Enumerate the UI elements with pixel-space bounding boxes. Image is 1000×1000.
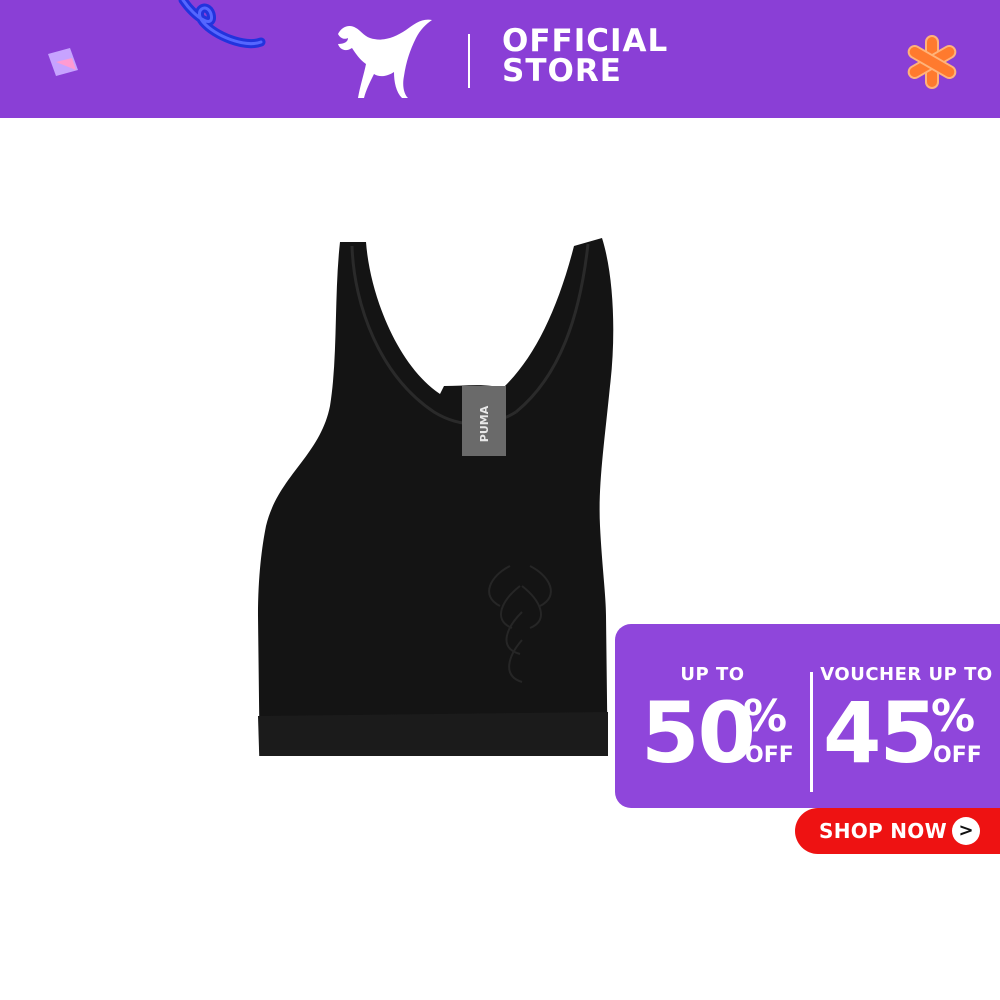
discount-percent-sign: % bbox=[743, 691, 788, 742]
voucher-off-label: OFF bbox=[933, 743, 982, 768]
official-store-label: OFFICIAL STORE bbox=[502, 23, 669, 89]
official-line: OFFICIAL bbox=[502, 23, 669, 59]
asterisk-decoration bbox=[907, 35, 957, 89]
confetti-decoration bbox=[48, 48, 78, 76]
garment-logo-text: PUMA bbox=[478, 405, 491, 442]
promo-card[interactable]: UP TO 50 % OFF VOUCHER UP TO 45 % OFF bbox=[615, 624, 1000, 808]
discount-label: UP TO bbox=[680, 664, 745, 685]
logo-divider bbox=[468, 34, 470, 88]
discount-block: UP TO 50 % OFF bbox=[615, 624, 810, 808]
arrow-right-icon[interactable]: > bbox=[952, 817, 980, 845]
puma-cat-icon bbox=[338, 19, 432, 98]
voucher-percent-sign: % bbox=[931, 691, 976, 742]
bra-body bbox=[258, 238, 614, 756]
discount-value: 50 bbox=[641, 684, 756, 782]
voucher-value: 45 bbox=[823, 684, 938, 782]
shop-now-label: SHOP NOW bbox=[819, 819, 947, 843]
store-line: STORE bbox=[502, 53, 622, 89]
underband bbox=[258, 712, 608, 756]
voucher-block: VOUCHER UP TO 45 % OFF bbox=[813, 624, 1000, 808]
ribbon-swirl-decoration bbox=[178, 0, 266, 49]
store-banner: OFFICIAL STORE bbox=[0, 0, 1000, 118]
brand-logo[interactable]: OFFICIAL STORE bbox=[330, 12, 667, 102]
voucher-label: VOUCHER UP TO bbox=[820, 664, 993, 685]
discount-off-label: OFF bbox=[745, 743, 794, 768]
